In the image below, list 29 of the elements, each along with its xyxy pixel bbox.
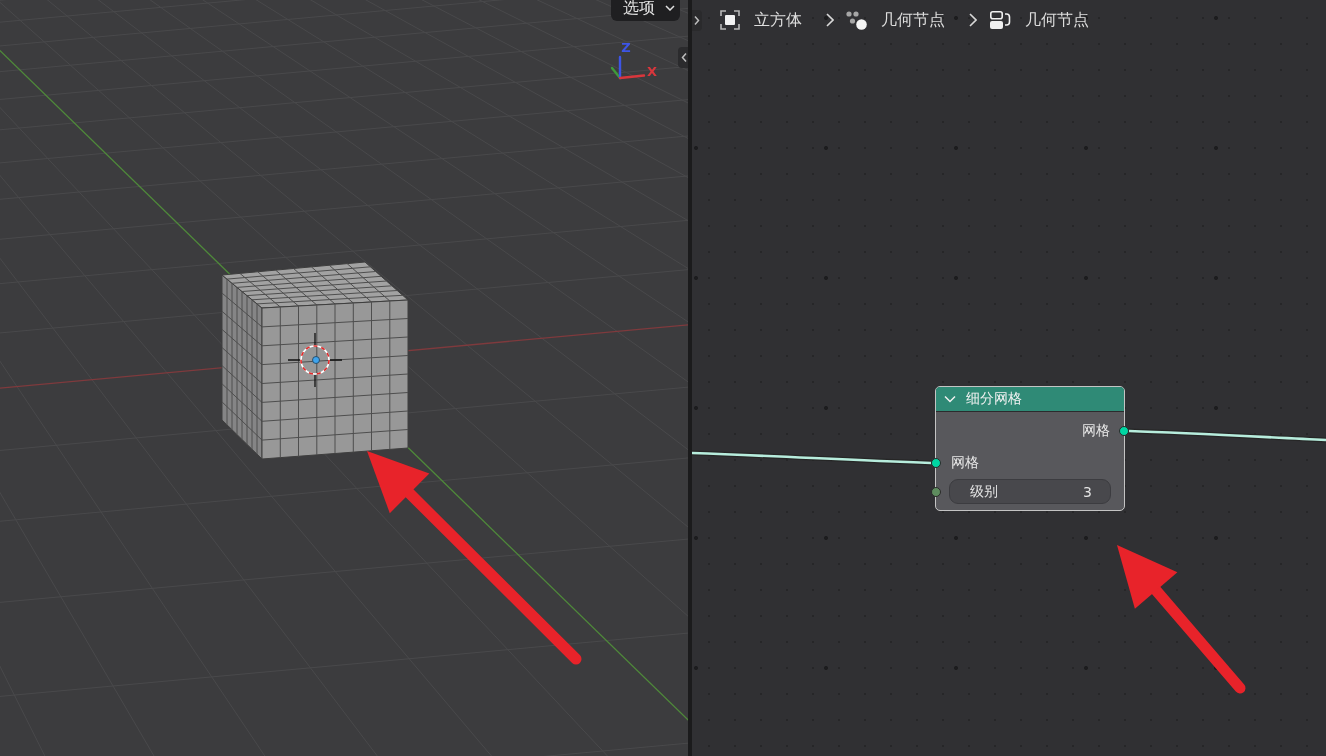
socket-label: 网格 (1082, 422, 1110, 440)
axis-label: X (647, 64, 657, 79)
node-link[interactable] (1128, 428, 1326, 443)
dots-icon (846, 10, 867, 30)
cursor-icon (287, 332, 343, 388)
node-link[interactable] (692, 450, 932, 466)
chevron-right-icon (969, 13, 977, 27)
breadcrumb-item[interactable]: 立方体 (754, 9, 802, 31)
socket-icon[interactable] (931, 458, 941, 468)
options-dropdown[interactable]: 选项 (611, 0, 680, 21)
breadcrumb-item[interactable]: 几何节点 (1025, 9, 1089, 31)
socket-label: 网格 (951, 454, 979, 472)
socket-icon[interactable] (931, 486, 941, 497)
node-group-icon (989, 10, 1011, 30)
socket-icon[interactable] (1119, 426, 1129, 436)
chevron-down-icon (665, 5, 675, 11)
chevron-left-icon[interactable] (678, 47, 688, 68)
chevron-right-icon (826, 13, 834, 27)
node-header[interactable]: 细分网格 (936, 387, 1124, 412)
axis-lines-icon[interactable] (610, 55, 646, 80)
object-frame-icon (720, 10, 740, 30)
node-title: 细分网格 (966, 390, 1022, 408)
number-field[interactable]: 级别 3 (949, 479, 1111, 504)
breadcrumb-item[interactable]: 几何节点 (881, 9, 945, 31)
field-label: 级别 (970, 482, 998, 501)
chevron-down-icon[interactable] (944, 393, 956, 405)
chevron-right-icon[interactable] (692, 9, 702, 31)
axis-label: Z (621, 40, 631, 55)
field-value: 3 (1083, 483, 1092, 500)
